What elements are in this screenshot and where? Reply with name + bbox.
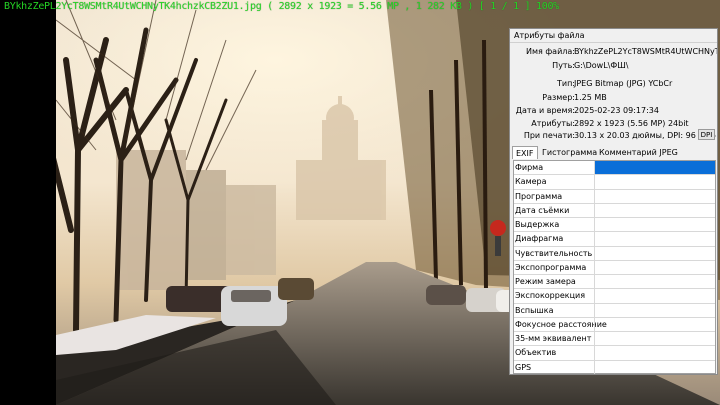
attr-row-type: Тип: JPEG Bitmap (JPG) YCbCr	[510, 78, 717, 89]
exif-field-name: 35-мм эквивалент	[515, 334, 592, 343]
attr-row-print: При печати: 30.13 x 20.03 дюймы, DPI: 96…	[510, 130, 717, 141]
attr-row-filename: Имя файла: BYkhzZePL2YcT8WSMtR4UtWCHNyTK…	[510, 46, 717, 57]
exif-field-value[interactable]	[595, 332, 715, 345]
table-row[interactable]: Дата съёмки	[514, 203, 715, 218]
print-value: 30.13 x 20.03 дюймы, DPI: 96 x 96	[574, 131, 716, 140]
exif-field-name: Экспокоррекция	[515, 291, 586, 301]
table-row[interactable]: Диафрагма	[514, 232, 715, 247]
exif-field-value[interactable]	[595, 204, 715, 217]
exif-field-value[interactable]	[595, 261, 715, 274]
table-row[interactable]: Камера	[514, 175, 715, 190]
exif-field-name: Вспышка	[515, 305, 554, 315]
exif-field-value[interactable]	[595, 190, 715, 203]
exif-field-value[interactable]	[595, 318, 715, 331]
type-label: Тип:	[556, 79, 575, 88]
table-row[interactable]: Выдержка	[514, 218, 715, 233]
exif-field-name: Объектив	[515, 348, 557, 358]
tab-jpeg-comment[interactable]: Комментарий JPEG	[596, 146, 686, 159]
exif-field-name: Экспопрограмма	[515, 262, 587, 272]
table-row[interactable]: Фокусное расстояние	[514, 317, 715, 332]
exif-field-value[interactable]	[595, 304, 715, 317]
exif-field-value[interactable]	[595, 361, 715, 375]
table-row[interactable]: 35-мм эквивалент	[514, 332, 715, 347]
size-value: 1.25 MB	[574, 93, 607, 102]
attr-row-path: Путь: G:\DowL\ФШ\	[510, 60, 717, 71]
table-row[interactable]: Экспокоррекция	[514, 289, 715, 304]
table-row[interactable]: GPS	[514, 360, 715, 375]
exif-field-name: Чувствительность	[515, 248, 593, 258]
attr-row-size: Размер: 1.25 MB	[510, 92, 717, 103]
window-caption: BYkhzZePL2YcT8WSMtR4UtWCHNyTK4hchzkCB2ZU…	[4, 1, 559, 12]
exif-field-value[interactable]	[595, 275, 715, 288]
type-value: JPEG Bitmap (JPG) YCbCr	[574, 79, 673, 88]
filename-value: BYkhzZePL2YcT8WSMtR4UtWCHNyTK4hchz	[574, 47, 717, 56]
path-label: Путь:	[552, 61, 575, 70]
attr-row-attributes: Атрибуты: 2892 x 1923 (5.56 MP) 24bit	[510, 118, 717, 129]
attributes-value: 2892 x 1923 (5.56 MP) 24bit	[574, 119, 689, 128]
tab-exif[interactable]: EXIF	[512, 146, 538, 159]
file-attributes-panel: Атрибуты файла Имя файла: BYkhzZePL2YcT8…	[509, 28, 718, 375]
exif-field-value[interactable]	[595, 346, 715, 359]
size-label: Размер:	[542, 93, 575, 102]
exif-field-value-selected[interactable]	[595, 161, 715, 175]
table-row[interactable]: Фирма	[514, 161, 715, 176]
exif-field-value[interactable]	[595, 218, 715, 231]
exif-field-name: GPS	[515, 362, 532, 372]
attr-row-datetime: Дата и время: 2025-02-23 09:17:34	[510, 105, 717, 116]
filename-label: Имя файла:	[525, 47, 575, 56]
exif-field-name: Режим замера	[515, 277, 576, 286]
datetime-label: Дата и время:	[515, 106, 575, 115]
tab-histogram[interactable]: Гистограмма	[539, 146, 597, 159]
table-row[interactable]: Экспопрограмма	[514, 260, 715, 275]
path-value: G:\DowL\ФШ\	[574, 61, 629, 70]
exif-field-value[interactable]	[595, 175, 715, 188]
print-label: При печати:	[523, 131, 575, 140]
exif-field-name: Камера	[515, 177, 547, 187]
dpi-button[interactable]: DPI	[698, 129, 715, 140]
exif-field-name: Выдержка	[515, 220, 560, 229]
exif-field-name: Диафрагма	[515, 234, 564, 244]
panel-title: Атрибуты файла	[510, 29, 717, 43]
table-row[interactable]: Программа	[514, 189, 715, 204]
table-row[interactable]: Объектив	[514, 346, 715, 361]
table-row[interactable]: Чувствительность	[514, 246, 715, 261]
exif-field-name: Дата съёмки	[515, 205, 570, 215]
table-row[interactable]: Вспышка	[514, 303, 715, 318]
exif-table: Фирма Камера Программа Дата съёмки Выдер…	[513, 160, 716, 374]
exif-field-value[interactable]	[595, 289, 715, 302]
datetime-value: 2025-02-23 09:17:34	[574, 106, 659, 115]
exif-field-value[interactable]	[595, 247, 715, 260]
attributes-label: Атрибуты:	[531, 119, 575, 128]
exif-field-name: Программа	[515, 191, 563, 201]
table-row[interactable]: Режим замера	[514, 275, 715, 290]
exif-field-value[interactable]	[595, 232, 715, 245]
exif-field-name: Фирма	[515, 163, 544, 172]
